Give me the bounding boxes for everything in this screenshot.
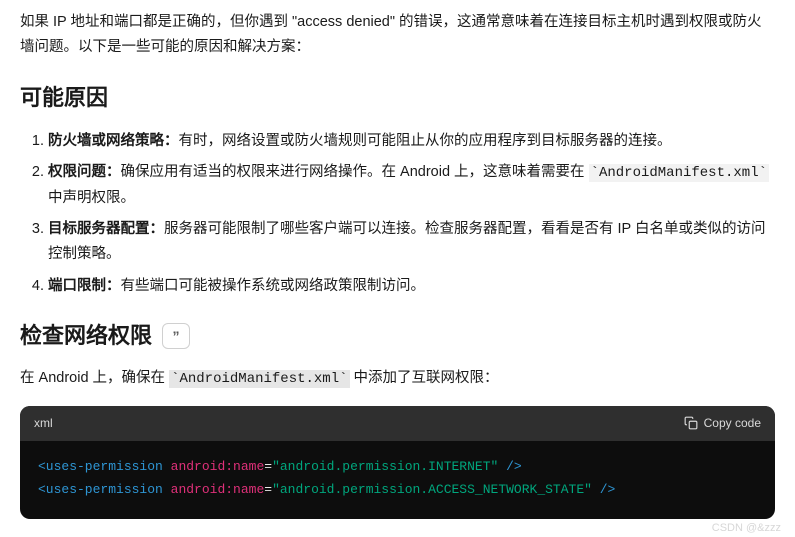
item-title: 目标服务器配置： [48,221,164,237]
copy-icon [684,416,698,430]
list-item: 权限问题：确保应用有适当的权限来进行网络操作。在 Android 上，这意味着需… [48,160,775,211]
list-item: 端口限制：有些端口可能被操作系统或网络政策限制访问。 [48,274,775,299]
quote-icon[interactable]: ” [162,323,190,349]
check-heading: 检查网络权限 ” [20,317,775,354]
code-line: <uses-permission android:name="android.p… [38,455,757,478]
item-text: 确保应用有适当的权限来进行网络操作。在 Android 上，这意味着需要在 [121,164,589,180]
code-header: xml Copy code [20,406,775,440]
inline-code: `AndroidManifest.xml` [589,164,769,182]
causes-list: 防火墙或网络策略：有时，网络设置或防火墙规则可能阻止从你的应用程序到目标服务器的… [20,129,775,299]
code-line: <uses-permission android:name="android.p… [38,478,757,501]
item-text: 有时，网络设置或防火墙规则可能阻止从你的应用程序到目标服务器的连接。 [179,133,672,149]
check-text: 在 Android 上，确保在 [20,370,169,386]
list-item: 目标服务器配置：服务器可能限制了哪些客户端可以连接。检查服务器配置，看看是否有 … [48,217,775,268]
code-block: xml Copy code <uses-permission android:n… [20,406,775,519]
inline-code: `AndroidManifest.xml` [169,370,349,388]
check-text: 中添加了互联网权限： [350,370,499,386]
code-body: <uses-permission android:name="android.p… [20,441,775,520]
code-lang-label: xml [34,413,53,433]
item-text: 中声明权限。 [48,190,135,206]
check-heading-text: 检查网络权限 [20,317,152,354]
copy-code-button[interactable]: Copy code [684,413,761,433]
item-title: 端口限制： [48,278,121,294]
watermark: CSDN @&zzz [712,519,781,537]
causes-heading: 可能原因 [20,79,775,116]
check-paragraph: 在 Android 上，确保在 `AndroidManifest.xml` 中添… [20,366,775,392]
intro-text: 如果 IP 地址和端口都是正确的，但你遇到 "access denied" 的错… [20,10,775,59]
list-item: 防火墙或网络策略：有时，网络设置或防火墙规则可能阻止从你的应用程序到目标服务器的… [48,129,775,154]
item-text: 有些端口可能被操作系统或网络政策限制访问。 [121,278,426,294]
item-title: 防火墙或网络策略： [48,133,179,149]
item-title: 权限问题： [48,164,121,180]
copy-label: Copy code [704,413,761,433]
